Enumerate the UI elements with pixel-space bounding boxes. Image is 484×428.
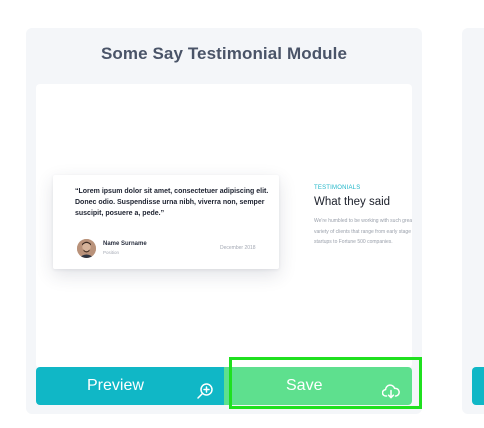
- testimonial-date: December 2018: [220, 245, 256, 251]
- next-module-card: [462, 28, 484, 414]
- module-title: Some Say Testimonial Module: [100, 44, 348, 63]
- save-button[interactable]: Save: [224, 367, 412, 405]
- page: Some Say Testimonial Module “Lorem ipsum…: [0, 0, 484, 428]
- testimonial-quote-card: “Lorem ipsum dolor sit amet, consectetue…: [53, 175, 279, 269]
- next-preview-button[interactable]: [472, 367, 484, 405]
- person-name: Name Surname: [103, 241, 147, 247]
- section-heading: What they said: [314, 196, 391, 208]
- testimonial-quote: “Lorem ipsum dolor sit amet, consectetue…: [75, 188, 269, 217]
- module-card: Some Say Testimonial Module “Lorem ipsum…: [26, 28, 422, 414]
- person-role: Position: [103, 250, 120, 255]
- preview-button[interactable]: Preview: [36, 367, 224, 405]
- save-button-label: Save: [286, 377, 323, 394]
- preview-button-label: Preview: [87, 377, 144, 394]
- section-body: We're humbled to be working with such gr…: [314, 218, 412, 245]
- avatar: [77, 239, 96, 258]
- cloud-download-icon: [381, 377, 400, 399]
- zoom-in-icon: [196, 377, 214, 399]
- section-eyebrow: TESTIMONIALS: [314, 185, 361, 191]
- module-preview-thumbnail: “Lorem ipsum dolor sit amet, consectetue…: [36, 84, 412, 368]
